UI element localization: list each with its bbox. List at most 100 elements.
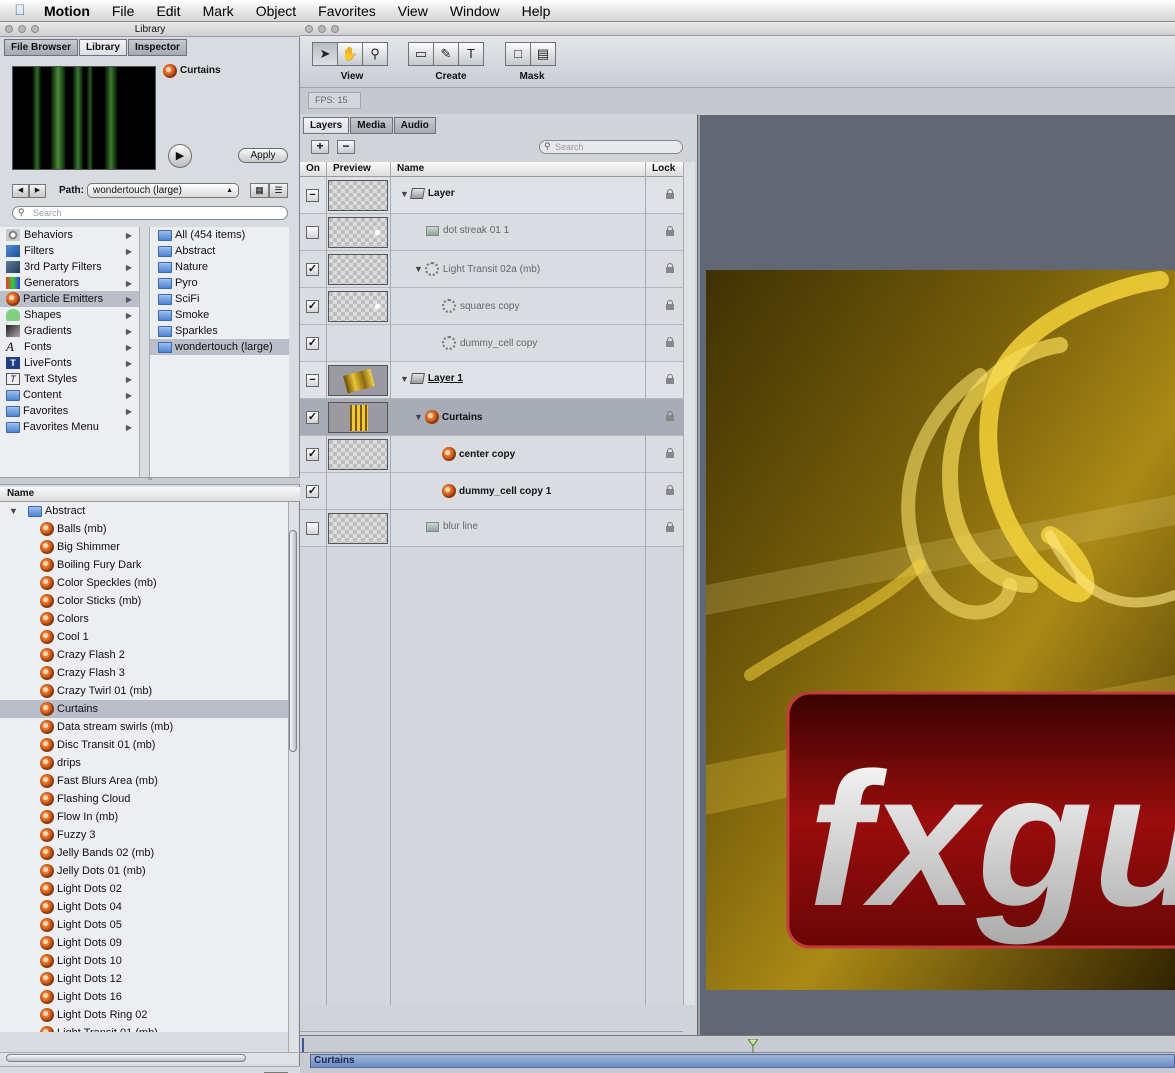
zoom-window-button[interactable] [331,25,339,33]
list-item[interactable]: drips [0,754,288,772]
menu-help[interactable]: Help [511,3,562,19]
category-gradients[interactable]: Gradients ▶ [0,323,139,339]
tab-inspector[interactable]: Inspector [127,39,187,56]
list-item[interactable]: Light Transit 01 (mb) [0,1024,288,1032]
list-item[interactable]: Jelly Dots 01 (mb) [0,862,288,880]
category-content[interactable]: Content ▶ [0,387,139,403]
list-item[interactable]: Curtains [0,700,288,718]
list-item[interactable]: Light Dots 04 [0,898,288,916]
tab-media[interactable]: Media [350,117,393,134]
timeline-track-bar[interactable]: Curtains [310,1054,1175,1068]
lock-icon[interactable] [666,300,674,310]
category-generators[interactable]: Generators ▶ [0,275,139,291]
layer-row[interactable]: ✓ center copy [300,436,683,473]
layer-enable-checkbox[interactable] [306,522,319,535]
library-search-input[interactable]: ⚲ Search [12,206,288,220]
back-button[interactable]: ◀ [12,184,29,198]
list-item[interactable]: Color Sticks (mb) [0,592,288,610]
column-on[interactable]: On [306,163,320,174]
list-header-name[interactable]: Name [0,487,300,502]
list-item[interactable]: Big Shimmer [0,538,288,556]
list-item[interactable]: Data stream swirls (mb) [0,718,288,736]
lock-icon[interactable] [666,448,674,458]
disclosure-triangle-icon[interactable]: ▼ [400,189,409,199]
lock-icon[interactable] [666,226,674,236]
menu-edit[interactable]: Edit [145,3,191,19]
category-shapes[interactable]: Shapes ▶ [0,307,139,323]
menu-mark[interactable]: Mark [192,3,245,19]
canvas-area[interactable]: fxgu [700,115,1175,1035]
disclosure-triangle-icon[interactable]: ▼ [414,264,423,274]
bezier-tool-icon[interactable]: ✎ [433,42,459,66]
tab-library[interactable]: Library [79,39,127,56]
lock-icon[interactable] [666,411,674,421]
layer-enable-checkbox[interactable]: − [306,374,319,387]
layer-row[interactable]: − ▼ Layer [300,177,683,214]
list-item[interactable]: Color Speckles (mb) [0,574,288,592]
list-item[interactable]: Light Dots Ring 02 [0,1006,288,1024]
list-item[interactable]: Balls (mb) [0,520,288,538]
list-scroll-thumb[interactable] [289,530,297,752]
remove-layer-button[interactable]: − [337,140,355,154]
disclosure-triangle-icon[interactable]: ▼ [414,412,423,422]
zoom-window-button[interactable] [31,25,39,33]
list-item[interactable]: Light Dots 10 [0,952,288,970]
close-window-button[interactable] [305,25,313,33]
list-item[interactable]: Fast Blurs Area (mb) [0,772,288,790]
rectangle-mask-icon[interactable]: □ [505,42,531,66]
list-item[interactable]: Light Dots 12 [0,970,288,988]
layer-enable-checkbox[interactable]: ✓ [306,337,319,350]
layers-search-input[interactable]: ⚲ Search [539,140,683,154]
category-favorites[interactable]: Favorites ▶ [0,403,139,419]
column-name[interactable]: Name [397,163,424,174]
layer-enable-checkbox[interactable]: ✓ [306,300,319,313]
list-item[interactable]: Crazy Twirl 01 (mb) [0,682,288,700]
menu-app-motion[interactable]: Motion [40,3,101,19]
list-item[interactable]: Light Dots 02 [0,880,288,898]
menu-view[interactable]: View [387,3,439,19]
path-popup[interactable]: wondertouch (large) ▲ [87,183,239,198]
list-item[interactable]: Jelly Bands 02 (mb) [0,844,288,862]
list-item[interactable]: Colors [0,610,288,628]
category-fonts[interactable]: A Fonts ▶ [0,339,139,355]
bezier-mask-icon[interactable]: ▤ [530,42,556,66]
layer-enable-checkbox[interactable]: ✓ [306,448,319,461]
menu-file[interactable]: File [101,3,146,19]
column-lock[interactable]: Lock [652,163,675,174]
category-particle-emitters[interactable]: Particle Emitters ▶ [0,291,139,307]
subcategory-sparkles[interactable]: Sparkles [150,323,289,339]
list-folder-row[interactable]: ▼ Abstract [0,502,288,520]
split-view-divider[interactable]: ═ [0,477,300,485]
forward-button[interactable]: ▶ [29,184,46,198]
lock-icon[interactable] [666,263,674,273]
disclosure-triangle-icon[interactable]: ▼ [400,374,409,384]
list-item[interactable]: Boiling Fury Dark [0,556,288,574]
category-livefonts[interactable]: T LiveFonts ▶ [0,355,139,371]
lock-icon[interactable] [666,374,674,384]
layers-vertical-scrollbar[interactable] [683,162,695,1005]
menu-object[interactable]: Object [245,3,307,19]
layer-enable-checkbox[interactable]: − [306,189,319,202]
zoom-magnifier-icon[interactable]: ⚲ [362,42,388,66]
lock-icon[interactable] [666,485,674,495]
lock-icon[interactable] [666,189,674,199]
category-favorites-menu[interactable]: Favorites Menu ▶ [0,419,139,435]
category-filters[interactable]: Filters ▶ [0,243,139,259]
pan-hand-icon[interactable]: ✋ [337,42,363,66]
list-item[interactable]: Flow In (mb) [0,808,288,826]
layer-row[interactable]: ✓ ▼ Light Transit 02a (mb) [300,251,683,288]
layer-row[interactable]: ✓ dummy_cell copy 1 [300,473,683,510]
play-range-start-marker[interactable] [302,1038,310,1052]
layer-enable-checkbox[interactable]: ✓ [306,411,319,424]
layer-enable-checkbox[interactable] [306,226,319,239]
apply-button[interactable]: Apply [238,148,288,163]
apple-menu-icon[interactable]:  [0,2,40,19]
tab-file-browser[interactable]: File Browser [4,39,79,56]
category-behaviors[interactable]: Behaviors ▶ [0,227,139,243]
list-item[interactable]: Light Dots 09 [0,934,288,952]
menu-window[interactable]: Window [439,3,511,19]
list-view-button[interactable]: ☰ [269,183,288,198]
play-preview-button[interactable]: ▶ [168,144,192,168]
layer-row[interactable]: − ▼ Layer 1 [300,362,683,399]
text-tool-icon[interactable]: T [458,42,484,66]
